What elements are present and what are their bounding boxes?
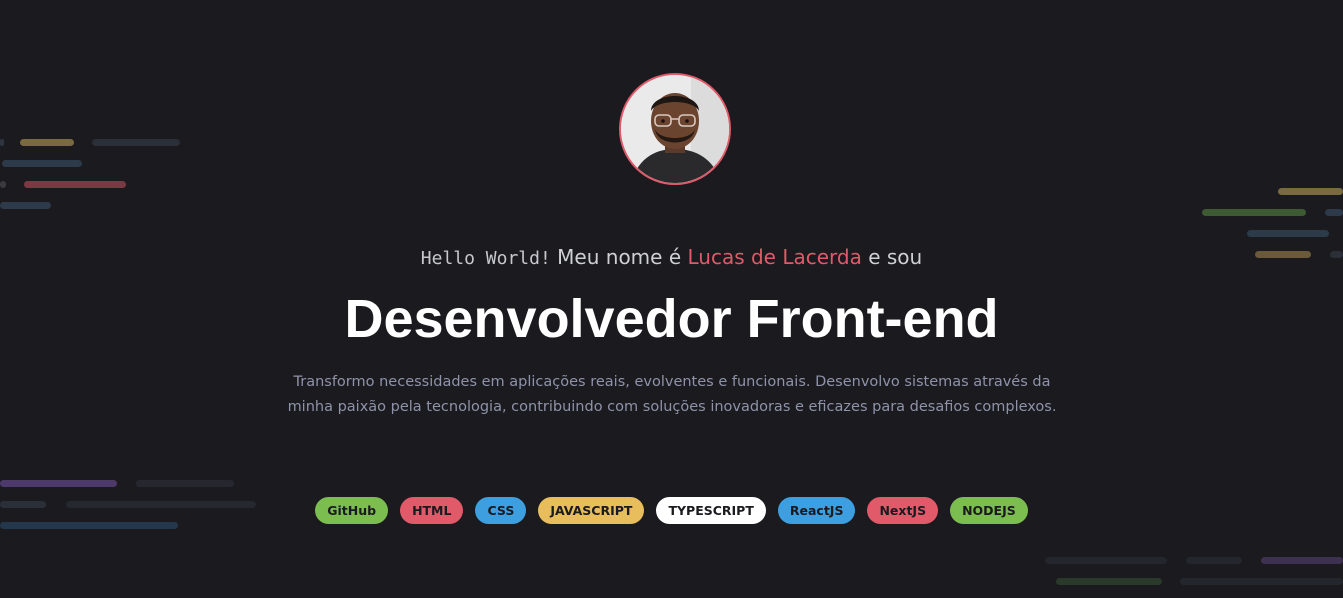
tech-tag-html: HTML (400, 497, 464, 524)
page: Hello World! Meu nome é Lucas de Lacerda… (0, 0, 1343, 598)
decorative-line (0, 139, 4, 146)
decorative-line (1278, 188, 1343, 195)
tech-tag-javascript: JAVASCRIPT (538, 497, 645, 524)
decorative-line (92, 139, 180, 146)
decorative-line (2, 160, 82, 167)
avatar (619, 73, 731, 185)
description: Transformo necessidades em aplicações re… (287, 374, 1057, 415)
decorative-line (0, 202, 51, 209)
headline: Desenvolvedor Front-end (344, 289, 999, 349)
tech-tag-reactjs: ReactJS (777, 497, 856, 524)
decorative-line (1186, 557, 1242, 564)
decorative-line (1045, 557, 1167, 564)
decorative-line (1261, 557, 1343, 564)
decorative-line (20, 139, 74, 146)
tech-tag-typescript: TYPESCRIPT (656, 497, 766, 524)
tech-tag-nodejs: NODEJS (950, 497, 1028, 524)
greeting-text: Meu nome é (550, 245, 688, 269)
tech-tag-nextjs: NextJS (867, 497, 939, 524)
decorative-line (1247, 230, 1329, 237)
decorative-line (0, 181, 6, 188)
greeting: Hello World! Meu nome é Lucas de Lacerda… (0, 242, 1343, 274)
decorative-line (1180, 578, 1343, 585)
decorative-line (1056, 578, 1162, 585)
decorative-line (0, 480, 117, 487)
decorative-line (24, 181, 126, 188)
greeting-suffix: e sou (861, 245, 923, 269)
tech-tags: GitHub HTML CSS JAVASCRIPT TYPESCRIPT ReactJS… (0, 497, 1343, 524)
decorative-line (1325, 209, 1343, 216)
tech-tag-css: CSS (475, 497, 527, 524)
tech-tag-github: GitHub (315, 497, 389, 524)
decorative-line (136, 480, 234, 487)
developer-name: Lucas de Lacerda (687, 245, 862, 269)
decorative-line (1202, 209, 1306, 216)
greeting-code: Hello World! (420, 248, 551, 269)
